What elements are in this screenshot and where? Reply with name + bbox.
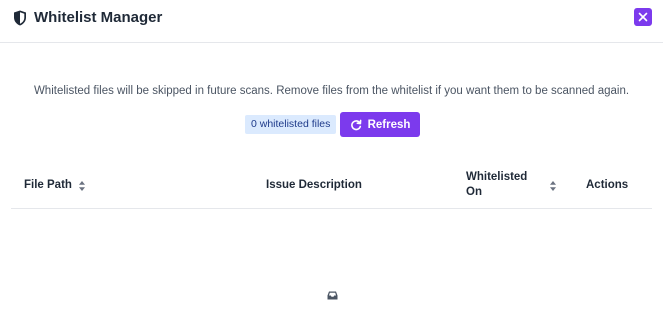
column-label-file-path: File Path — [24, 179, 72, 191]
sort-icon — [78, 180, 86, 192]
sort-icon[interactable] — [549, 179, 557, 191]
column-header-file-path[interactable]: File Path — [24, 178, 86, 193]
modal-title: Whitelist Manager — [34, 9, 163, 26]
refresh-icon — [350, 119, 362, 131]
table-header: File Path Issue Description Whitelisted … — [11, 163, 652, 209]
column-header-actions: Actions — [586, 179, 629, 191]
modal-header: Whitelist Manager — [0, 0, 663, 43]
inbox-icon — [327, 287, 338, 300]
whitelist-manager-modal: Whitelist Manager Whitelisted files will… — [0, 0, 663, 314]
column-header-issue-description: Issue Description — [266, 179, 362, 191]
column-header-whitelisted-on[interactable]: Whitelisted On — [466, 170, 536, 200]
whitelist-count-badge: 0 whitelisted files — [245, 115, 337, 134]
refresh-button-label: Refresh — [367, 118, 411, 131]
shield-icon — [13, 10, 27, 26]
whitelist-description: Whitelisted files will be skipped in fut… — [33, 85, 630, 97]
close-button[interactable] — [634, 8, 652, 26]
close-icon — [638, 12, 648, 22]
refresh-button[interactable]: Refresh — [340, 112, 420, 137]
